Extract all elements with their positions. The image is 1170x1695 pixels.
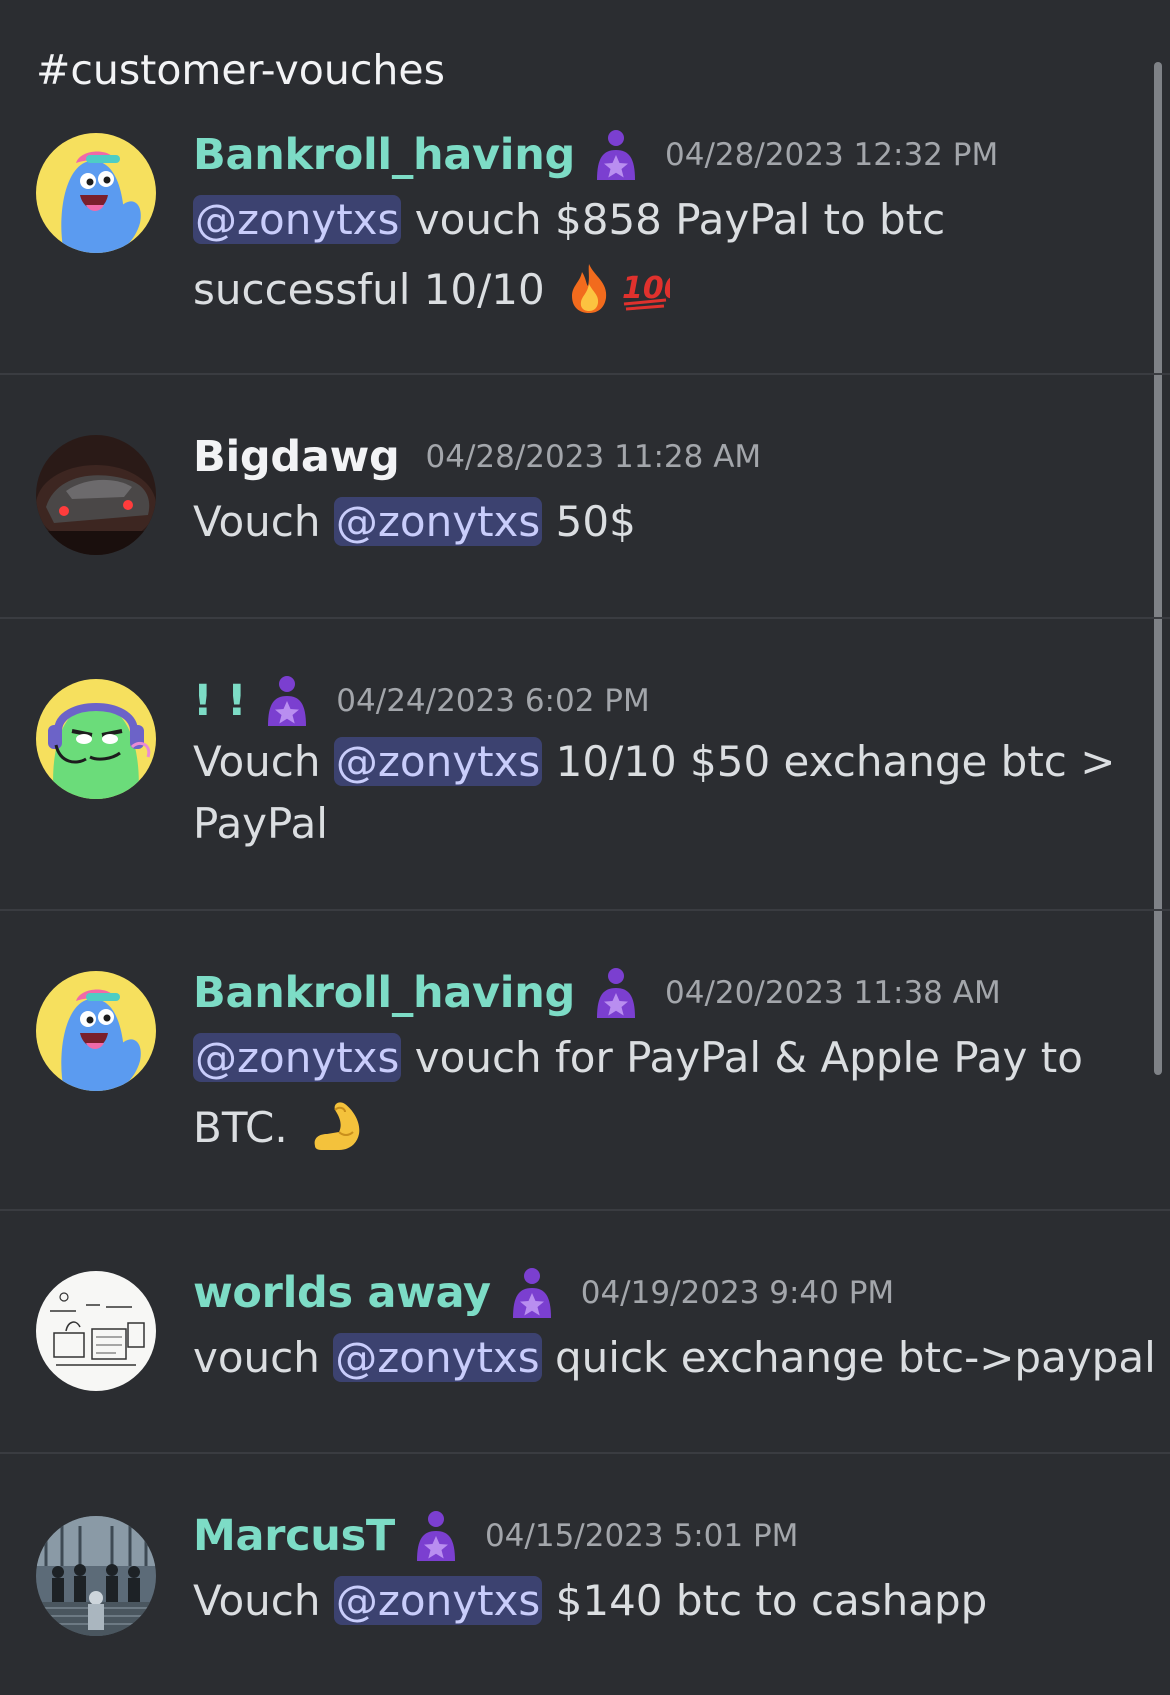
car-photo-avatar-icon [36,435,156,555]
message[interactable]: Bigdawg 04/28/2023 11:28 AM Vouch @zonyt… [0,375,1170,619]
message[interactable]: MarcusT 04/15/2023 5:01 PM Vouch @zonytx… [0,1454,1170,1666]
message-text: 50$ [542,497,636,546]
blue-character-avatar-icon [36,133,156,253]
timestamp: 04/15/2023 5:01 PM [484,1518,799,1554]
message-content: Vouch @zonytxs 50$ [193,487,1140,557]
avatar[interactable] [36,971,156,1091]
avatar[interactable] [36,1271,156,1391]
group-photo-avatar-icon [36,1516,156,1636]
message-text: Vouch [193,497,334,546]
fire-icon [566,262,612,335]
user-mention[interactable]: @zonytxs [333,497,543,546]
username[interactable]: worlds away [193,1268,491,1318]
message-content: Vouch @zonytxs 10/10 $50 exchange btc > … [193,731,1140,855]
message-text: vouch [193,1333,334,1382]
hundred-points-icon: 100 [620,262,685,335]
role-badge-icon[interactable] [509,1266,555,1320]
username[interactable]: MarcusT [193,1511,395,1561]
sketch-drawing-avatar-icon [36,1271,156,1391]
username[interactable]: Bigdawg [193,432,400,482]
channel-title: #customer-vouches [36,46,445,94]
timestamp: 04/20/2023 11:38 AM [665,975,1001,1011]
message-text: Vouch [193,737,334,786]
message-content: vouch @zonytxs quick exchange btc->paypa… [193,1323,1156,1393]
username[interactable]: Bankroll_having [193,130,575,180]
avatar[interactable] [36,133,156,253]
message-content: @zonytxs vouch for PayPal & Apple Pay to… [193,1023,1140,1173]
message-content: @zonytxs vouch $858 PayPal to btc succes… [193,185,1140,335]
timestamp: 04/19/2023 9:40 PM [580,1275,895,1311]
avatar[interactable] [36,435,156,555]
role-badge-icon[interactable] [264,674,310,728]
username[interactable]: Bankroll_having [193,968,575,1018]
green-character-avatar-icon [36,679,156,799]
role-badge-icon[interactable] [593,966,639,1020]
message[interactable]: Bankroll_having 04/20/2023 11:38 AM @zon… [0,911,1170,1211]
message-list: Bankroll_having 04/28/2023 12:32 PM @zon… [0,118,1170,1666]
message-content: Vouch @zonytxs $140 btc to cashapp [193,1566,1140,1636]
message[interactable]: worlds away 04/19/2023 9:40 PM vouch @zo… [0,1211,1170,1454]
user-mention[interactable]: @zonytxs [193,195,402,244]
user-mention[interactable]: @zonytxs [333,737,543,786]
timestamp: 04/28/2023 11:28 AM [425,439,762,475]
avatar[interactable] [36,679,156,799]
role-badge-icon[interactable] [593,128,639,182]
user-mention[interactable]: @zonytxs [333,1576,543,1625]
avatar[interactable] [36,1516,156,1636]
timestamp: 04/28/2023 12:32 PM [665,137,999,173]
flexed-biceps-icon [309,1096,365,1173]
message-text: $140 btc to cashapp [542,1576,988,1625]
username[interactable]: ! ! [193,676,247,726]
user-mention[interactable]: @zonytxs [333,1333,542,1382]
message-text: Vouch [193,1576,334,1625]
message[interactable]: Bankroll_having 04/28/2023 12:32 PM @zon… [0,118,1170,375]
user-mention[interactable]: @zonytxs [193,1033,402,1082]
timestamp: 04/24/2023 6:02 PM [336,683,650,719]
message[interactable]: ! ! 04/24/2023 6:02 PM Vouch @zonytxs 10… [0,619,1170,911]
message-text: quick exchange btc->paypal [541,1333,1156,1382]
blue-character-avatar-icon [36,971,156,1091]
role-badge-icon[interactable] [413,1509,459,1563]
